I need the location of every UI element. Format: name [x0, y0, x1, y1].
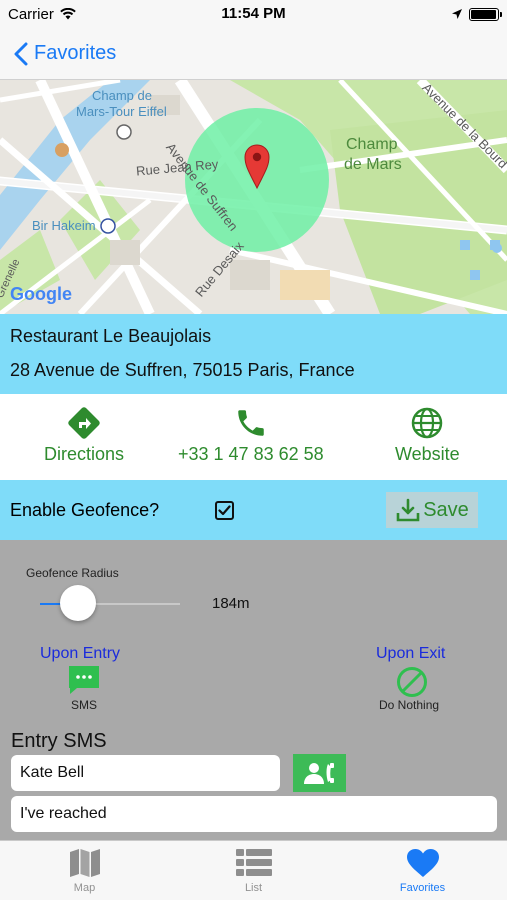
enable-geofence-checkbox[interactable] [215, 501, 234, 520]
tab-list[interactable]: List [169, 841, 338, 900]
battery-icon [469, 7, 502, 21]
heart-icon [406, 849, 439, 877]
exit-action-label: Do Nothing [379, 698, 440, 712]
back-button[interactable]: Favorites [14, 42, 116, 66]
map-label-bir-hakeim: Bir Hakeim [32, 218, 96, 233]
location-arrow-icon [452, 9, 462, 19]
recipient-input[interactable] [11, 755, 280, 791]
nav-bar: Favorites [0, 28, 507, 80]
geofence-radius-label: Geofence Radius [26, 566, 119, 580]
rer-station-icon [116, 124, 132, 140]
entry-sms-option[interactable] [67, 664, 101, 701]
status-left: Carrier [8, 6, 76, 23]
carrier-label: Carrier [8, 5, 54, 23]
phone-label: +33 1 47 83 62 58 [178, 444, 324, 464]
website-label: Website [395, 444, 460, 464]
geofence-settings-panel: Geofence Radius 184m Upon Entry Upon Exi… [0, 540, 507, 840]
entry-action-label: SMS [71, 698, 98, 712]
place-address: 28 Avenue de Suffren, 75015 Paris, Franc… [10, 360, 355, 380]
tab-favorites-label: Favorites [399, 882, 446, 894]
status-right [451, 7, 502, 21]
directions-label: Directions [44, 444, 125, 464]
save-button[interactable]: Save [386, 492, 478, 528]
contact-phone-icon [303, 763, 334, 784]
tab-favorites[interactable]: Favorites [338, 841, 507, 900]
globe-icon [412, 407, 443, 439]
map-label-champ: Champ [346, 136, 398, 153]
save-label: Save [423, 498, 469, 521]
directions-icon [68, 407, 100, 439]
geofence-radius-value: 184m [212, 595, 250, 612]
upon-exit-title: Upon Exit [376, 645, 446, 662]
upon-entry-title: Upon Entry [40, 645, 121, 662]
status-bar: Carrier [0, 0, 507, 28]
battery-fill [471, 9, 496, 19]
place-name: Restaurant Le Beaujolais [10, 326, 212, 346]
poi-icon [55, 143, 69, 157]
radius-slider-thumb[interactable] [59, 585, 96, 621]
tab-map[interactable]: Map [0, 841, 169, 900]
contact-picker-button[interactable] [293, 754, 346, 792]
enable-geofence-label: Enable Geofence? [10, 500, 160, 520]
place-info: Restaurant Le Beaujolais 28 Avenue de Su… [0, 314, 507, 394]
checkmark-icon [218, 505, 231, 516]
map-label-champ-de-mars-tour-eiffel-1: Champ de [92, 88, 152, 103]
chevron-left-icon [14, 42, 28, 65]
website-button[interactable]: Website [395, 406, 460, 465]
tab-list-label: List [244, 882, 263, 894]
phone-button[interactable]: +33 1 47 83 62 58 [178, 406, 324, 465]
prohibited-icon [397, 667, 427, 697]
google-logo: Google [10, 284, 72, 304]
download-icon [396, 498, 420, 522]
tab-map-label: Map [73, 882, 96, 894]
metro-station-icon [100, 218, 116, 234]
map-view[interactable]: Champ de Mars-Tour Eiffel Rue Jean Rey A… [0, 80, 507, 314]
sms-icon [69, 666, 99, 694]
phone-icon [238, 410, 264, 436]
map-label-de-mars: de Mars [344, 156, 402, 173]
list-icon [235, 849, 272, 876]
back-button-label: Favorites [34, 42, 117, 64]
map-icon [69, 849, 100, 877]
action-row: Directions +33 1 47 83 62 58 Website [0, 394, 507, 480]
wifi-icon [60, 8, 76, 20]
message-input[interactable] [11, 796, 497, 832]
directions-button[interactable]: Directions [44, 406, 124, 465]
tab-bar: Map List Favorites [0, 840, 507, 900]
entry-sms-title: Entry SMS [11, 730, 107, 752]
map-label-champ-de-mars-tour-eiffel-2: Mars-Tour Eiffel [76, 104, 167, 119]
